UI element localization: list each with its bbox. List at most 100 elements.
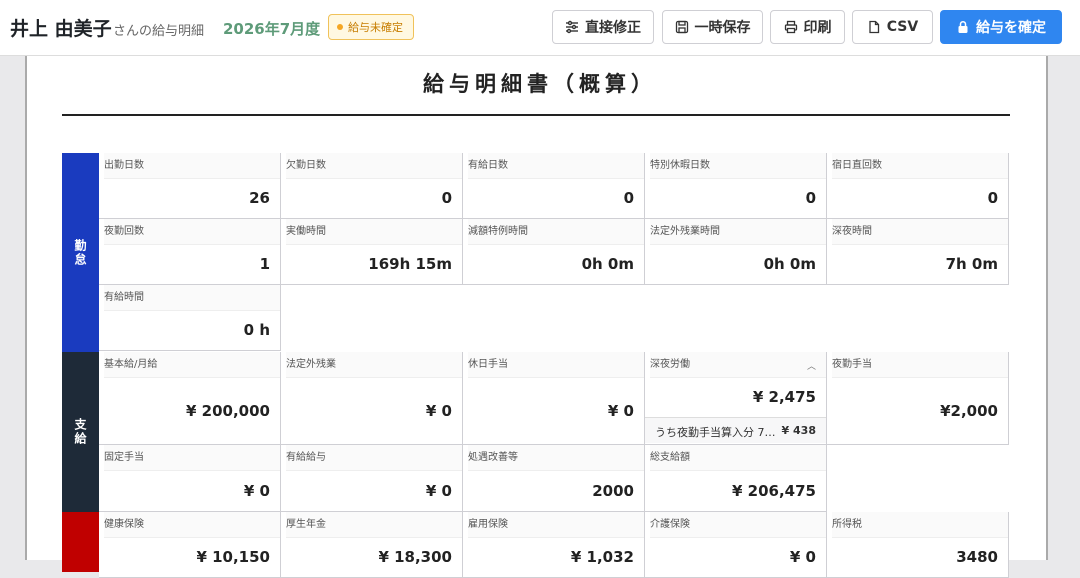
payment-value: ¥ 206,475 <box>732 482 816 500</box>
title-divider <box>62 114 1010 116</box>
attendance-cell: 法定外残業時間 0h 0m <box>645 219 827 285</box>
payment-cell: 総支給額 ¥ 206,475 <box>645 445 827 512</box>
deduction-cell: 所得税 3480 <box>827 512 1009 578</box>
pay-period: 2026年7月度 <box>223 20 321 38</box>
payment-label: 基本給/月給 <box>104 352 280 378</box>
payment-value: ¥ 2,475 <box>752 388 816 406</box>
deduction-value: ¥ 0 <box>789 548 816 566</box>
deduction-label: 雇用保険 <box>468 512 644 538</box>
payment-label: 総支給額 <box>650 445 826 471</box>
payment-value: 2000 <box>592 482 634 500</box>
chevron-up-icon[interactable]: ︿ <box>807 359 816 372</box>
attendance-label: 有給時間 <box>104 285 280 311</box>
direct-edit-label: 直接修正 <box>585 20 641 36</box>
attendance-label: 法定外残業時間 <box>650 219 826 245</box>
attendance-value: 0 <box>805 189 816 207</box>
section-label-payment: 支給 <box>62 352 99 512</box>
temp-save-button[interactable]: 一時保存 <box>662 10 763 44</box>
payment-value: ¥ 0 <box>243 482 270 500</box>
deduction-cell: 介護保険 ¥ 0 <box>645 512 827 578</box>
payment-cell: 休日手当 ¥ 0 <box>463 352 645 445</box>
payment-cell: 基本給/月給 ¥ 200,000 <box>99 352 281 445</box>
payment-value: ¥ 0 <box>425 482 452 500</box>
attendance-value: 169h 15m <box>368 255 452 273</box>
attendance-cell: 実働時間 169h 15m <box>281 219 463 285</box>
payment-value: ¥2,000 <box>940 402 998 420</box>
deduction-label: 厚生年金 <box>286 512 462 538</box>
payment-cell: 固定手当 ¥ 0 <box>99 445 281 512</box>
payment-cell: 深夜労働 ︿ うち夜勤手当算入分 7… ¥ 438 ¥ 2,475 <box>645 352 827 445</box>
employee-name: 井上 由美子 <box>10 18 112 40</box>
attendance-cell: 夜勤回数 1 <box>99 219 281 285</box>
attendance-value: 0 <box>987 189 998 207</box>
attendance-label: 深夜時間 <box>832 219 1008 245</box>
attendance-cell: 出勤日数 26 <box>99 153 281 219</box>
attendance-value: 0h 0m <box>581 255 634 273</box>
payment-label: 夜勤手当 <box>832 352 1008 378</box>
temp-save-label: 一時保存 <box>694 20 751 36</box>
confirm-payroll-button[interactable]: 給与を確定 <box>940 10 1062 44</box>
payment-cell: 有給給与 ¥ 0 <box>281 445 463 512</box>
payslip-title: 給与明細書（概算） <box>423 72 657 96</box>
attendance-label: 実働時間 <box>286 219 462 245</box>
status-badge: 給与未確定 <box>328 14 414 40</box>
attendance-value: 0 <box>441 189 452 207</box>
deduction-cell: 雇用保険 ¥ 1,032 <box>463 512 645 578</box>
csv-label: CSV <box>886 19 919 35</box>
payment-cell: 処遇改善等 2000 <box>463 445 645 512</box>
deduction-label: 健康保険 <box>104 512 280 538</box>
lock-icon <box>958 20 968 33</box>
floppy-icon <box>675 20 688 34</box>
printer-icon <box>784 20 797 34</box>
deduction-cell: 健康保険 ¥ 10,150 <box>99 512 281 578</box>
attendance-cell: 特別休暇日数 0 <box>645 153 827 219</box>
payment-label: 法定外残業 <box>286 352 462 378</box>
breakdown-value: ¥ 438 <box>781 424 816 437</box>
csv-file-icon <box>869 20 879 34</box>
payment-label: 休日手当 <box>468 352 644 378</box>
attendance-value: 1 <box>259 255 270 273</box>
payment-value: ¥ 0 <box>607 402 634 420</box>
deduction-label: 所得税 <box>832 512 1008 538</box>
attendance-label: 宿日直回数 <box>832 153 1008 179</box>
csv-button[interactable]: CSV <box>852 10 933 44</box>
breakdown-label: うち夜勤手当算入分 7… <box>655 426 776 439</box>
night-work-breakdown: うち夜勤手当算入分 7… ¥ 438 <box>645 417 826 443</box>
attendance-cell: 宿日直回数 0 <box>827 153 1009 219</box>
print-button[interactable]: 印刷 <box>770 10 845 44</box>
header-bar: 井上 由美子 さんの給与明細 2026年7月度 給与未確定 直接修正 一時保存 … <box>0 0 1080 56</box>
attendance-cell: 深夜時間 7h 0m <box>827 219 1009 285</box>
attendance-cell: 有給日数 0 <box>463 153 645 219</box>
deduction-value: ¥ 18,300 <box>378 548 452 566</box>
print-label: 印刷 <box>803 20 832 36</box>
status-badge-label: 給与未確定 <box>348 21 403 34</box>
deduction-label: 介護保険 <box>650 512 826 538</box>
payment-label: 有給給与 <box>286 445 462 471</box>
attendance-cell: 有給時間 0 h <box>99 285 281 351</box>
attendance-value: 26 <box>249 189 270 207</box>
deduction-value: 3480 <box>956 548 998 566</box>
attendance-value: 0 <box>623 189 634 207</box>
payment-label: 深夜労働 <box>650 352 826 378</box>
section-label-attendance: 勤怠 <box>62 153 99 352</box>
attendance-label: 欠勤日数 <box>286 153 462 179</box>
attendance-label: 夜勤回数 <box>104 219 280 245</box>
deduction-value: ¥ 1,032 <box>570 548 634 566</box>
attendance-cell: 欠勤日数 0 <box>281 153 463 219</box>
attendance-cell: 減額特例時間 0h 0m <box>463 219 645 285</box>
sliders-icon <box>566 20 578 34</box>
attendance-value: 0 h <box>243 321 270 339</box>
payment-value: ¥ 0 <box>425 402 452 420</box>
confirm-payroll-label: 給与を確定 <box>976 20 1046 36</box>
direct-edit-button[interactable]: 直接修正 <box>552 10 654 44</box>
payment-label: 処遇改善等 <box>468 445 644 471</box>
deduction-value: ¥ 10,150 <box>196 548 270 566</box>
attendance-label: 有給日数 <box>468 153 644 179</box>
attendance-value: 0h 0m <box>763 255 816 273</box>
section-label-deduction <box>62 512 99 572</box>
status-dot-icon <box>337 24 343 30</box>
payment-label: 固定手当 <box>104 445 280 471</box>
attendance-label: 特別休暇日数 <box>650 153 826 179</box>
attendance-label: 減額特例時間 <box>468 219 644 245</box>
payment-value: ¥ 200,000 <box>186 402 270 420</box>
